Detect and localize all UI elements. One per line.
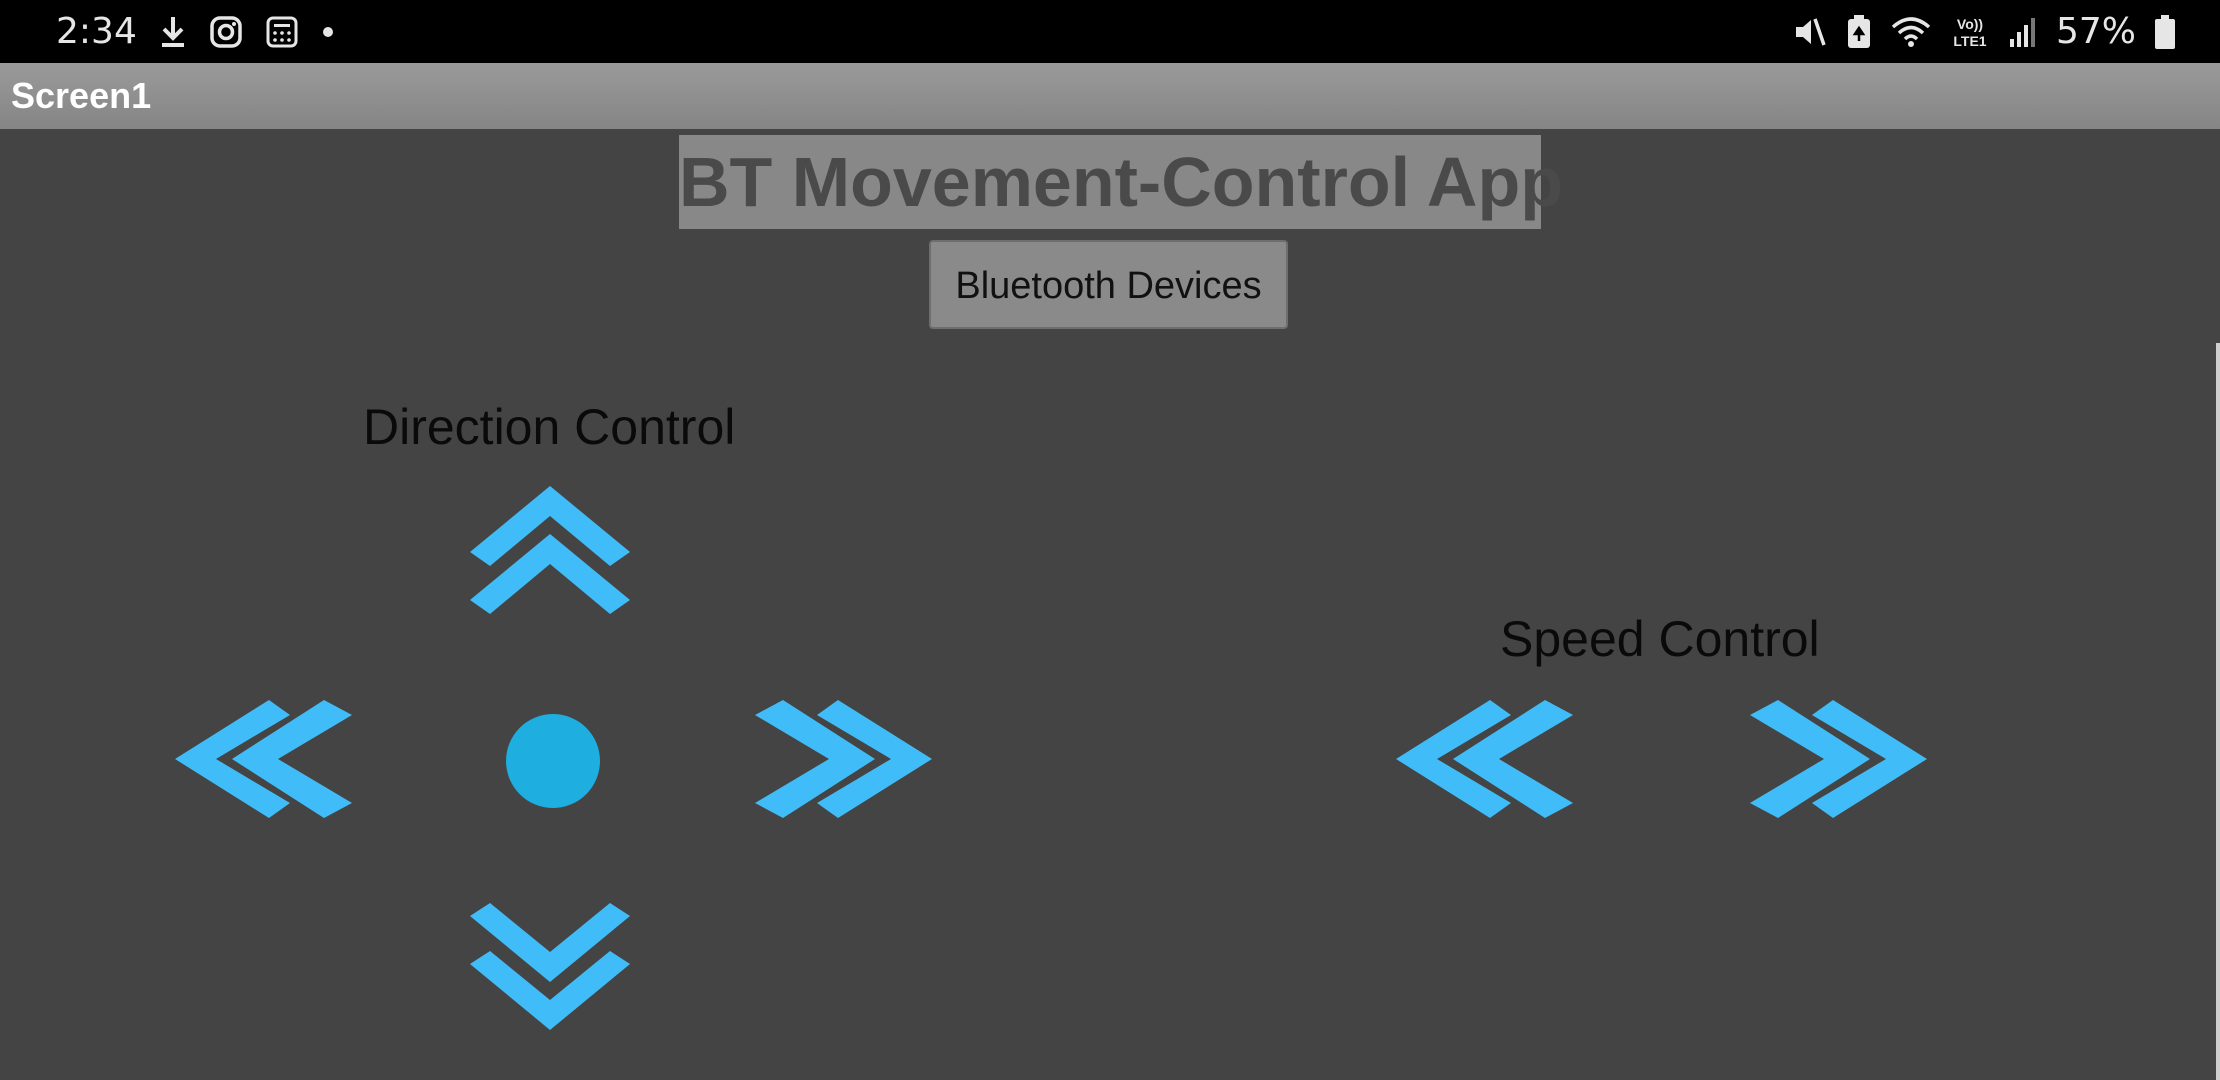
right-arrow-icon <box>755 700 932 818</box>
forward-arrow-icon <box>470 486 630 614</box>
wifi-icon <box>1890 15 1932 49</box>
stop-icon <box>506 714 600 808</box>
speed-control-label: Speed Control <box>1500 611 1820 667</box>
status-left-group: 2:34 <box>56 0 335 63</box>
stop-button[interactable] <box>504 712 602 810</box>
scrollbar[interactable] <box>2216 343 2220 1080</box>
dot-icon <box>321 25 335 39</box>
mute-icon <box>1792 15 1828 49</box>
battery-icon <box>2154 14 2176 50</box>
bluetooth-devices-button[interactable]: Bluetooth Devices <box>929 240 1288 329</box>
volte-icon: Vo)) LTE1 <box>1950 14 1990 50</box>
direction-control-label: Direction Control <box>363 399 736 455</box>
speed-down-button[interactable] <box>1393 695 1578 823</box>
speed-down-arrow-icon <box>1396 700 1573 818</box>
app-heading: BT Movement-Control App <box>679 135 1563 229</box>
speed-up-arrow-icon <box>1750 700 1927 818</box>
screen-title: Screen1 <box>11 75 152 116</box>
svg-text:Vo)): Vo)) <box>1957 16 1983 32</box>
speed-up-button[interactable] <box>1745 695 1930 823</box>
battery-saver-icon <box>1846 14 1872 50</box>
status-right-group: Vo)) LTE1 57% <box>1792 0 2176 63</box>
svg-text:LTE1: LTE1 <box>1953 33 1986 49</box>
calculator-icon <box>265 15 299 49</box>
signal-icon <box>2008 15 2038 49</box>
instagram-icon <box>209 15 243 49</box>
app-title-bar: Screen1 <box>0 63 2220 129</box>
status-bar: 2:34 Vo)) LTE1 57% <box>0 0 2220 63</box>
left-arrow-icon <box>175 700 352 818</box>
battery-percent: 57% <box>2055 11 2136 52</box>
forward-button[interactable] <box>465 480 635 615</box>
download-icon <box>159 15 187 49</box>
backward-arrow-icon <box>470 903 630 1030</box>
right-button[interactable] <box>750 695 935 823</box>
backward-button[interactable] <box>465 902 635 1037</box>
status-time: 2:34 <box>56 11 137 52</box>
left-button[interactable] <box>172 695 357 823</box>
